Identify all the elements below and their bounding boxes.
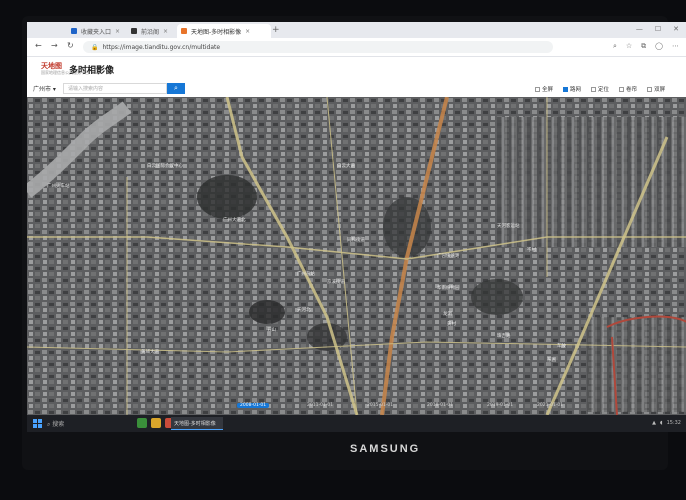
search-icon: ⌕ [174, 84, 178, 92]
map-label: 五山 [267, 328, 276, 333]
taskbar-search[interactable]: ⌕ 搜索 [47, 419, 64, 429]
page-title: 多时相影像 [69, 66, 115, 76]
map-label: 白云国际会议中心 [147, 164, 183, 169]
taskbar-active-window[interactable]: 天地图-多时相影像 [171, 417, 223, 430]
map-label: 车陂 [557, 344, 566, 349]
city-select[interactable]: 广州市 ▾ [33, 84, 56, 93]
map-label: 白云大道 [337, 164, 355, 169]
tab-favicon [181, 28, 187, 34]
satellite-imagery [27, 97, 686, 415]
search-button[interactable]: ⌕ [167, 83, 185, 94]
url-input[interactable]: 🔒 https://image.tianditu.gov.cn/multidat… [83, 41, 553, 53]
zoom-icon[interactable]: ⌕ [613, 42, 617, 51]
map-options: 全屏 路网 定位 卷帘 双屏 [535, 85, 665, 93]
map-label: 广园快速路 [437, 254, 460, 259]
profile-icon[interactable]: ◯ [655, 42, 663, 51]
tab-frontier[interactable]: 前沿阁 × [127, 24, 172, 38]
monitor-brand: SAMSUNG [350, 443, 421, 455]
checkbox[interactable] [563, 86, 569, 92]
app-icon[interactable] [151, 418, 161, 428]
network-icon[interactable]: ▲ [652, 420, 656, 426]
timeline-date[interactable]: 2015-01-01 [367, 403, 393, 408]
window-controls: — ☐ ✕ [636, 25, 679, 33]
map-label: 东圃 [547, 358, 556, 363]
checkbox[interactable] [619, 86, 625, 92]
taskbar-apps [137, 418, 175, 428]
close-icon[interactable]: × [115, 28, 120, 35]
date-timeline: 2008-01-01 2011-01-01 2015-01-01 2018-01… [177, 403, 577, 409]
option-fullscreen[interactable]: 全屏 [535, 85, 553, 93]
checkbox[interactable] [535, 86, 540, 92]
forward-icon[interactable]: → [51, 41, 58, 50]
map-label: 京溪街道 [327, 280, 345, 285]
satellite-map[interactable]: 广州火车站 白云国际会议中心 广州大道北 白云大道 同和街道 京溪街道 广园快速… [27, 97, 686, 415]
app-icon[interactable] [137, 418, 147, 428]
map-label: 黄村 [447, 322, 456, 327]
maximize-icon[interactable]: ☐ [655, 25, 661, 33]
screen: 收藏夹入口 × 前沿阁 × 天地图-多时相影像 × + — ☐ ✕ ← → ↻ … [27, 22, 686, 432]
tab-label: 前沿阁 [141, 28, 160, 36]
map-label: 黄埔大道 [141, 350, 159, 355]
tab-favorites[interactable]: 收藏夹入口 × [67, 24, 124, 38]
close-icon[interactable]: × [163, 28, 168, 35]
browser-tools: ⌕ ☆ ⧉ ◯ ⋯ [613, 42, 679, 51]
minimize-icon[interactable]: — [636, 25, 643, 33]
app-header: 天地图 国家地理信息公共服务平台 多时相影像 [27, 57, 686, 81]
tab-label: 天地图-多时相影像 [191, 28, 242, 36]
lock-icon: 🔒 [91, 43, 99, 51]
windows-start-icon[interactable] [33, 419, 42, 428]
back-icon[interactable]: ← [35, 41, 42, 50]
tab-label: 收藏夹入口 [81, 28, 112, 36]
collections-icon[interactable]: ⧉ [641, 42, 646, 51]
option-swipe[interactable]: 卷帘 [619, 85, 637, 93]
tab-tianditu[interactable]: 天地图-多时相影像 × [177, 24, 271, 38]
option-locate[interactable]: 定位 [591, 85, 609, 93]
new-tab-button[interactable]: + [272, 25, 280, 35]
timeline-date[interactable]: 2018-01-01 [427, 403, 453, 408]
url-text: https://image.tianditu.gov.cn/multidate [102, 43, 221, 51]
tab-favicon [131, 28, 137, 34]
map-label: 华南植物园 [437, 286, 460, 291]
timeline-date[interactable]: 2019-01-01 [487, 403, 513, 408]
map-label: 天河北 [297, 308, 311, 313]
timeline-date[interactable]: 2021-01-01 [537, 403, 563, 408]
browser-tab-strip: 收藏夹入口 × 前沿阁 × 天地图-多时相影像 × + — ☐ ✕ [27, 22, 686, 38]
option-dual-screen[interactable]: 双屏 [647, 85, 665, 93]
windows-taskbar: ⌕ 搜索 天地图-多时相影像 ▲ ◖ 15:32 [27, 415, 686, 432]
tab-favicon [71, 28, 77, 34]
volume-icon[interactable]: ◖ [660, 420, 663, 426]
option-roadnet[interactable]: 路网 [563, 85, 581, 93]
more-icon[interactable]: ⋯ [672, 42, 679, 51]
map-label: 广州火车站 [47, 184, 70, 189]
map-label: 广州大道北 [223, 218, 246, 223]
search-input[interactable]: 请输入搜索内容 [63, 83, 167, 94]
map-toolbar: 广州市 ▾ 请输入搜索内容 ⌕ 全屏 路网 定位 卷帘 双屏 [27, 81, 686, 98]
refresh-icon[interactable]: ↻ [67, 41, 74, 50]
timeline-date[interactable]: 2008-01-01 [237, 403, 270, 408]
star-icon[interactable]: ☆ [626, 42, 632, 51]
map-label: 同和街道 [347, 238, 365, 243]
system-tray: ▲ ◖ 15:32 [652, 420, 681, 426]
close-window-icon[interactable]: ✕ [673, 25, 679, 33]
checkbox[interactable] [647, 86, 653, 92]
map-label: 天河客运站 [497, 224, 520, 229]
address-bar: ← → ↻ 🔒 https://image.tianditu.gov.cn/mu… [27, 38, 686, 57]
checkbox[interactable] [591, 86, 597, 92]
map-label: 龙洞 [443, 312, 452, 317]
map-label: 广州东站 [297, 272, 315, 277]
map-label: 珠吉路 [497, 334, 511, 339]
close-icon[interactable]: × [245, 28, 250, 35]
timeline-date[interactable]: 2011-01-01 [307, 403, 333, 408]
map-label: 岑村 [527, 248, 536, 253]
clock[interactable]: 15:32 [667, 420, 681, 426]
